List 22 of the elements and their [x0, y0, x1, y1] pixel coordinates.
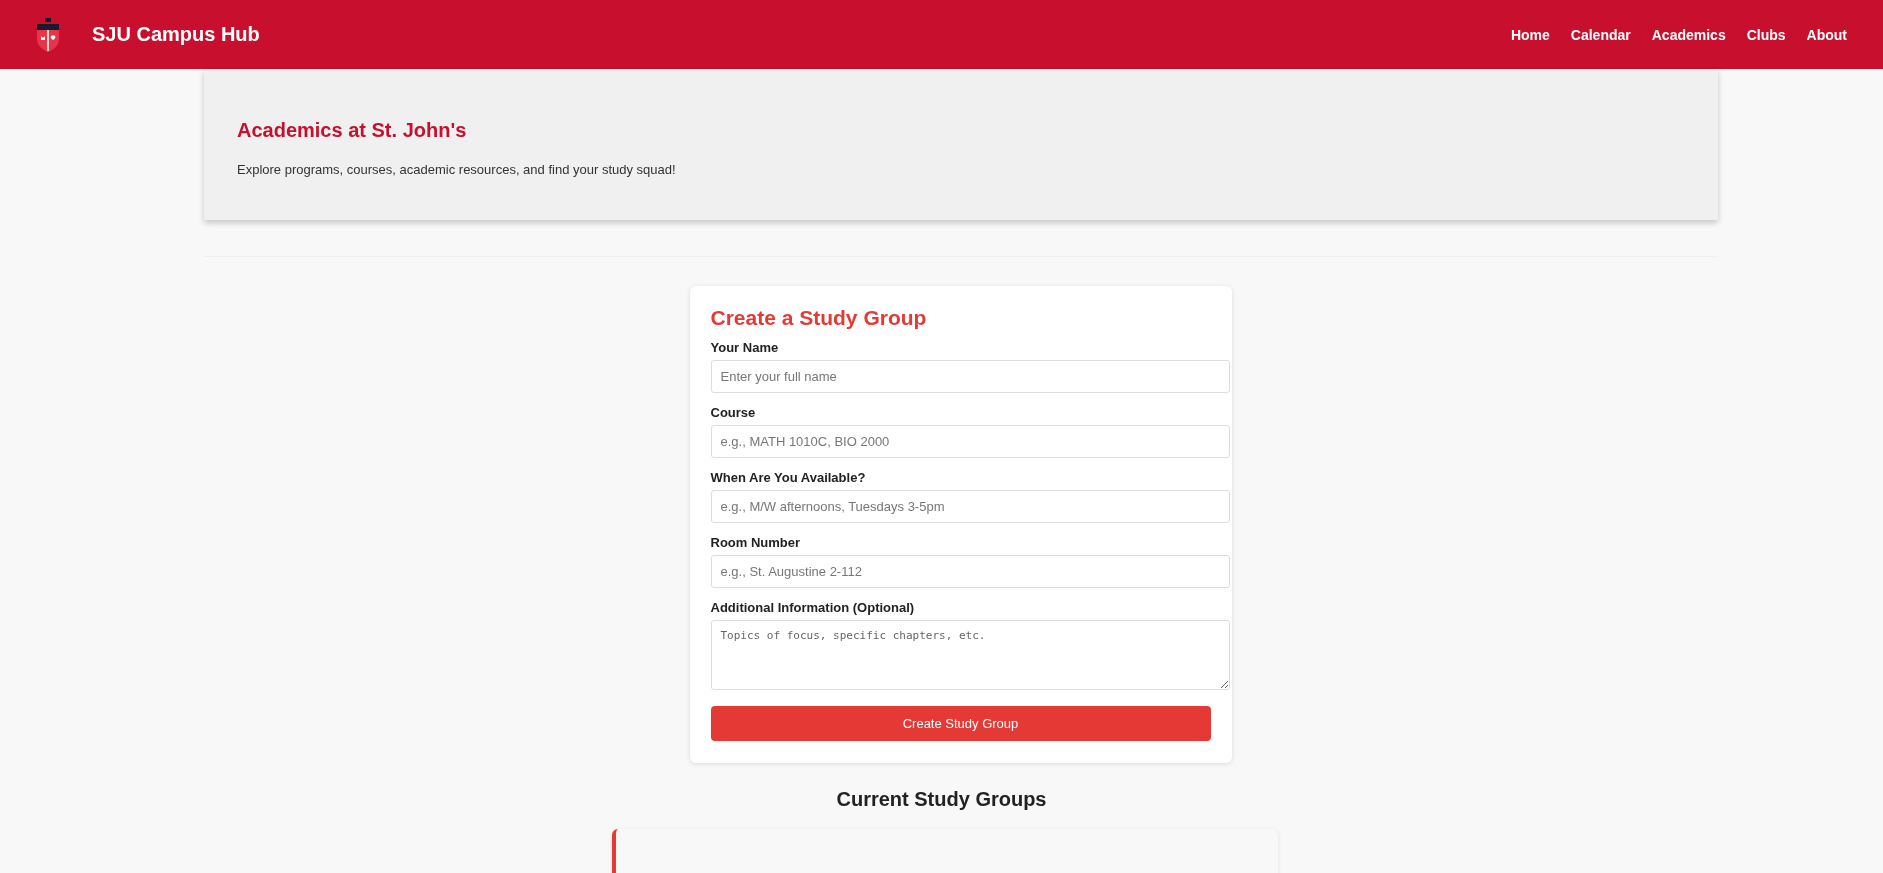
- text-field[interactable]: e.g., M/W afternoons, Tuesdays 3-5pm: [710, 490, 1230, 523]
- section-title: Current Study Groups: [835, 788, 1048, 811]
- shield-logo-icon: [34, 17, 62, 52]
- field-label: When Are You Available?: [710, 470, 867, 485]
- site-title: SJU Campus Hub: [92, 23, 260, 46]
- hero-description: Explore programs, courses, academic resources, and find your study squad!: [237, 162, 677, 177]
- text-field[interactable]: e.g., MATH 1010C, BIO 2000: [710, 425, 1230, 458]
- text-area[interactable]: Topics of focus, specific chapters, etc.: [710, 620, 1230, 690]
- nav-link[interactable]: Academics: [1651, 26, 1726, 43]
- nav-link[interactable]: Calendar: [1570, 26, 1631, 43]
- field-label: Course: [710, 405, 757, 420]
- hero-title: Academics at St. John's: [237, 119, 468, 142]
- text-field[interactable]: Enter your full name: [710, 360, 1230, 393]
- text-field[interactable]: e.g., St. Augustine 2-112: [710, 555, 1230, 588]
- field-label: Your Name: [710, 340, 780, 355]
- nav-link[interactable]: Home: [1510, 26, 1550, 43]
- field-label: Additional Information (Optional): [710, 600, 916, 615]
- field-label: Room Number: [710, 535, 802, 550]
- form-title: Create a Study Group: [710, 306, 928, 330]
- nav-link[interactable]: Clubs: [1746, 26, 1786, 43]
- nav-link[interactable]: About: [1806, 26, 1847, 43]
- create-group-button[interactable]: Create Study Group: [710, 706, 1211, 741]
